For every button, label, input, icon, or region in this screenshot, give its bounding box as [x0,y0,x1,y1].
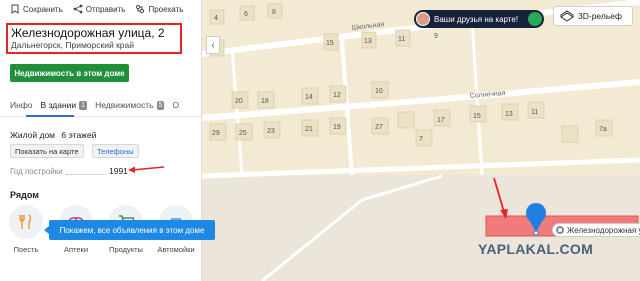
route-label: Проехать [148,4,184,14]
house-number: 10 [375,88,383,95]
house-number: 11 [398,36,405,43]
card-tabs: Инфо В здании 1 Недвижимость 5 О [10,100,196,110]
tab-in-building[interactable]: В здании 1 [41,100,88,110]
house-number: 18 [261,98,269,105]
address-header: Железнодорожная улица, 2 Дальнегорск, Пр… [6,23,182,54]
house-number: 12 [333,92,341,99]
avatar [416,12,430,26]
tab-label: В здании [40,100,77,110]
page-title: Железнодорожная улица, 2 [11,26,165,40]
house-number: 25 [239,130,247,137]
tab-label: О [172,100,180,110]
category-label: Автомойки [157,245,195,254]
route-icon [136,4,145,14]
tab-count-badge: 1 [79,100,88,110]
realty-in-house-button[interactable]: Недвижимость в этом доме [10,64,129,82]
tab-count-badge: 5 [156,100,165,110]
house-number: 17 [437,117,445,124]
location-dot-icon [556,226,564,234]
show-on-map-button[interactable]: Показать на карте [10,144,84,158]
house-number: 23 [267,128,275,135]
house-type: Жилой дом [10,130,56,140]
chevron-left-icon: ‹ [211,39,215,51]
save-button[interactable]: Сохранить [10,4,63,14]
red-arrow-annotation [128,166,165,173]
house-info: Жилой дом 6 этажей [10,130,96,140]
house-number: 4 [214,15,218,22]
realty-hint-tooltip: Покажем, все объявления в этом доме [44,220,215,240]
nearby-heading: Рядом [10,190,39,200]
city-subtitle: Дальнегорск, Приморский край [11,40,134,50]
relief-label: 3D-рельеф [578,11,622,21]
house-number: 14 [305,94,313,101]
house-number: 11 [531,109,538,116]
friends-badge-icon [528,12,542,26]
card-toolbar: Сохранить Отправить Проехать [10,4,183,14]
house-number: 8 [272,9,276,16]
house-number: 13 [364,38,372,45]
house-number: 7 [419,136,423,143]
tab-realty[interactable]: Недвижимость 5 [95,100,165,110]
house-number: 27 [375,124,383,131]
house-number: 15 [473,113,481,120]
share-button[interactable]: Отправить [73,4,126,14]
save-label: Сохранить [23,4,63,14]
friends-label: Ваши друзья на карте! [434,14,519,24]
dotted-leader [66,174,106,175]
house-number: 9 [434,33,438,40]
route-button[interactable]: Проехать [135,4,183,14]
selected-address-label: Железнодорожная у [567,225,640,235]
share-icon [73,4,83,14]
house-number: 7a [599,126,607,133]
tab-reviews[interactable]: О [172,100,179,110]
collapse-panel-button[interactable]: ‹ [206,36,220,54]
map-area[interactable]: 4 6 8 15 13 11 9 20 18 14 12 10 25 23 21… [202,0,640,281]
category-food[interactable]: Поесть [6,205,46,254]
house-floors: 6 этажей [61,130,97,140]
tab-label: Недвижимость [95,100,154,110]
house-number: 13 [505,111,513,118]
friends-on-map-banner[interactable]: Ваши друзья на карте! [414,10,544,28]
house-number: 6 [244,11,248,18]
phones-button[interactable]: Телефоны [92,144,139,158]
house-number: 29 [212,130,220,137]
house-number: 15 [326,40,334,47]
3d-relief-button[interactable]: 3D-рельеф [553,6,633,26]
house-number: 21 [305,126,313,133]
map-canvas[interactable]: 4 6 8 15 13 11 9 20 18 14 12 10 25 23 21… [202,0,640,281]
share-label: Отправить [85,4,126,14]
active-tab-indicator [26,115,74,117]
bookmark-icon [11,4,19,14]
category-label: Продукты [109,245,143,254]
house-number: 20 [235,98,243,105]
category-label: Поесть [13,245,39,254]
relief-icon [560,10,574,22]
watermark: YAPLAKAL.COM [478,241,594,257]
category-label: Аптеки [63,245,89,254]
tab-info[interactable]: Инфо [10,100,33,110]
house-number: 19 [333,124,341,131]
selected-address-pill[interactable]: Железнодорожная у [552,223,640,237]
fork-knife-icon [9,205,43,239]
tab-label: Инфо [10,100,33,110]
year-label: Год постройки [10,167,63,176]
